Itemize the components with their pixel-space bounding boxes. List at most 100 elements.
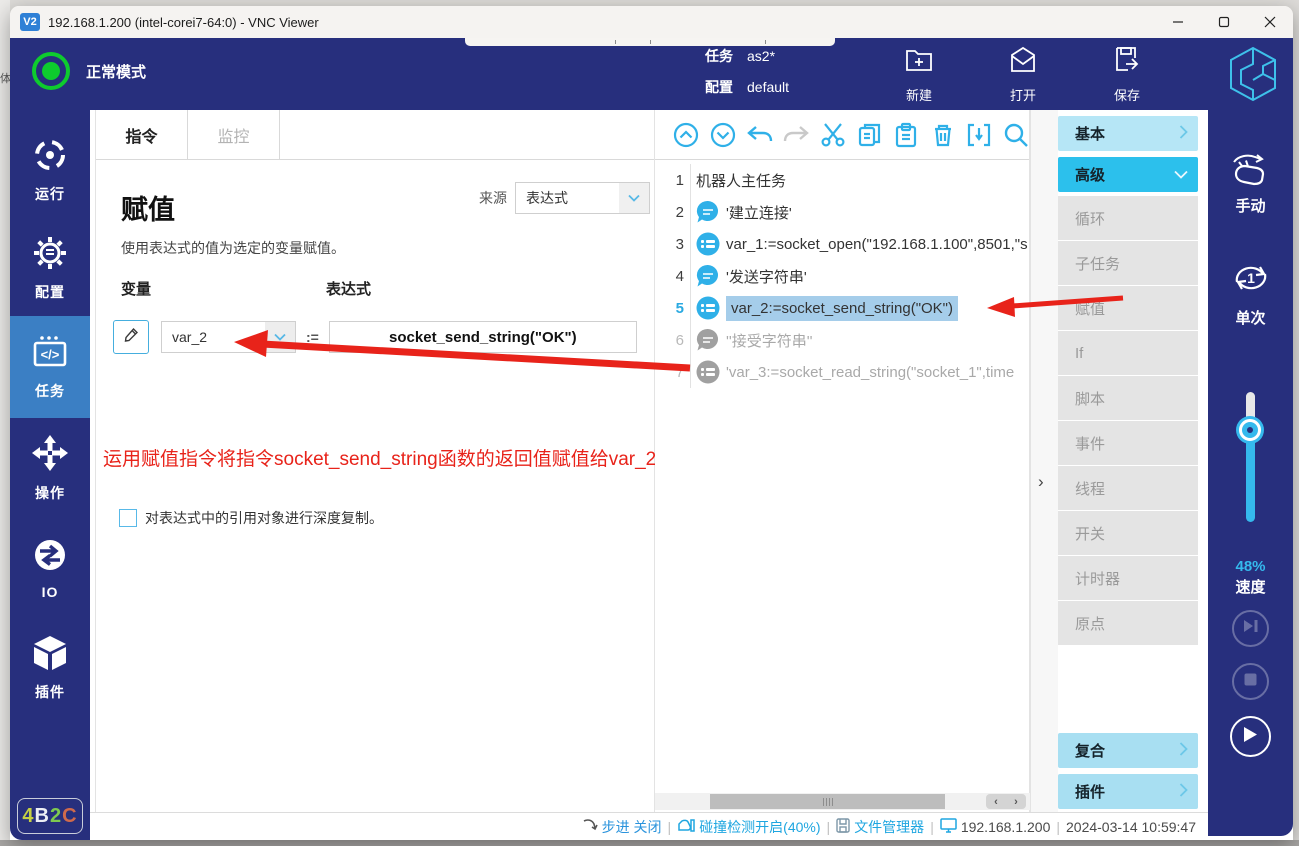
instruction-palette: 基本 高级 循环 子任务 赋值 If 脚本 事件 线程 开关 计时器 原点 复合… xyxy=(1058,110,1198,812)
copy-button[interactable] xyxy=(857,121,884,148)
sidebar-item-io[interactable]: IO xyxy=(10,522,90,614)
edit-variable-button[interactable] xyxy=(113,320,149,354)
expand-chevron-icon[interactable]: › xyxy=(1038,472,1044,492)
palette-item-switch[interactable]: 开关 xyxy=(1058,511,1198,555)
deep-copy-checkbox[interactable] xyxy=(119,509,137,527)
redo-button[interactable] xyxy=(783,121,810,148)
sidebar-task-label: 任务 xyxy=(35,382,65,399)
chevron-down-icon xyxy=(1174,166,1188,183)
scrollbar-thumb[interactable] xyxy=(710,794,945,809)
horizontal-scrollbar[interactable]: ‹ › xyxy=(655,793,1030,810)
sidebar-io-label: IO xyxy=(41,583,59,600)
program-tree-panel: 1 机器人主任务 2 '建立连接' 3 var_1:=socket_open("… xyxy=(655,110,1030,812)
comment-icon xyxy=(695,199,721,225)
cut-button[interactable] xyxy=(820,121,847,148)
datetime-status: 2024-03-14 10:59:47 xyxy=(1066,818,1196,835)
gear-icon xyxy=(32,235,68,276)
palette-item-thread[interactable]: 线程 xyxy=(1058,466,1198,510)
tab-instruction[interactable]: 指令 xyxy=(96,110,188,159)
paste-button[interactable] xyxy=(893,121,920,148)
variable-select[interactable]: var_2 xyxy=(161,321,296,353)
expression-input[interactable]: socket_send_string("OK") xyxy=(328,321,637,353)
step-button[interactable] xyxy=(1232,610,1269,647)
assignment-icon xyxy=(695,231,721,257)
play-button[interactable] xyxy=(1230,716,1271,757)
maximize-button[interactable] xyxy=(1201,6,1247,38)
status-badge: 4B2C xyxy=(17,798,83,834)
tree-row-6[interactable]: 6 ''接受字符串'' xyxy=(655,324,1029,356)
palette-item-subtask[interactable]: 子任务 xyxy=(1058,241,1198,285)
panel-collapse-strip: › xyxy=(1030,110,1058,812)
single-label: 单次 xyxy=(1235,310,1266,327)
undo-button[interactable] xyxy=(746,121,773,148)
tree-toolbar xyxy=(655,110,1029,160)
tree-row-7[interactable]: 7 'var_3:=socket_read_string("socket_1",… xyxy=(655,356,1029,388)
palette-group-plugin[interactable]: 插件 xyxy=(1058,774,1198,809)
vnc-toolbar-notch[interactable] xyxy=(465,38,835,46)
move-down-button[interactable] xyxy=(710,121,737,148)
palette-item-event[interactable]: 事件 xyxy=(1058,421,1198,465)
new-task-button[interactable]: 新建 xyxy=(888,43,950,104)
instruction-form-panel: 指令 监控 赋值 来源 表达式 使用表达式的值为选定的变量赋值。 变量 表达式 xyxy=(95,110,656,812)
assign-operator: := xyxy=(306,329,319,345)
tab-monitor[interactable]: 监控 xyxy=(188,110,280,159)
palette-item-origin[interactable]: 原点 xyxy=(1058,601,1198,645)
desktop-edge: 体 xyxy=(0,0,11,846)
sidebar-item-task[interactable]: </> 任务 xyxy=(10,316,90,418)
red-annotation-text: 运用赋值指令将指令socket_send_string函数的返回值赋值给var_… xyxy=(103,449,657,470)
palette-item-loop[interactable]: 循环 xyxy=(1058,196,1198,240)
config-value: default xyxy=(747,79,790,95)
sidebar-item-plugin[interactable]: 插件 xyxy=(10,622,90,714)
move-up-button[interactable] xyxy=(673,121,700,148)
speed-slider-thumb[interactable] xyxy=(1239,419,1261,441)
palette-item-assignment[interactable]: 赋值 xyxy=(1058,286,1198,330)
expression-label: 表达式 xyxy=(326,281,372,298)
stop-button[interactable] xyxy=(1232,663,1269,700)
manual-mode-button[interactable]: 手动 xyxy=(1208,152,1293,216)
run-icon xyxy=(32,137,68,178)
pencil-icon xyxy=(123,326,140,348)
sidebar-item-operate[interactable]: 操作 xyxy=(10,422,90,514)
save-task-button[interactable]: 保存 xyxy=(1096,43,1158,104)
variable-label: 变量 xyxy=(121,281,152,298)
robot-app: 正常模式 任务 as2* 配置 default 新建 打开 保存 运行 配置 <… xyxy=(10,38,1293,840)
speed-slider[interactable] xyxy=(1239,392,1261,522)
file-manager-link[interactable]: 文件管理器 xyxy=(836,817,924,837)
close-button[interactable] xyxy=(1247,6,1293,38)
brand-logo-icon xyxy=(1225,44,1281,109)
new-file-icon xyxy=(902,43,936,82)
svg-text:</>: </> xyxy=(41,347,60,362)
delete-button[interactable] xyxy=(930,121,957,148)
source-select[interactable]: 表达式 xyxy=(515,182,650,214)
step-forward-icon xyxy=(1243,619,1259,638)
tree-row-1[interactable]: 1 机器人主任务 xyxy=(655,164,1029,196)
sidebar-item-config[interactable]: 配置 xyxy=(10,222,90,314)
scroll-left-button[interactable]: ‹ xyxy=(994,796,998,808)
tree-row-2[interactable]: 2 '建立连接' xyxy=(655,196,1029,228)
palette-item-timer[interactable]: 计时器 xyxy=(1058,556,1198,600)
code-window-icon: </> xyxy=(30,334,70,375)
tree-row-4[interactable]: 4 '发送字符串' xyxy=(655,260,1029,292)
scroll-right-button[interactable]: › xyxy=(1014,796,1018,808)
tree-row-5-selected[interactable]: 5 var_2:=socket_send_string("OK") xyxy=(655,292,1029,324)
palette-group-advanced[interactable]: 高级 xyxy=(1058,157,1198,192)
palette-group-composite[interactable]: 复合 xyxy=(1058,733,1198,768)
open-task-button[interactable]: 打开 xyxy=(992,43,1054,104)
tree-row-3[interactable]: 3 var_1:=socket_open("192.168.1.100",850… xyxy=(655,228,1029,260)
io-exchange-icon xyxy=(32,537,68,578)
search-button[interactable] xyxy=(1003,121,1030,148)
step-mode-status[interactable]: 步进 关闭 xyxy=(582,817,662,837)
palette-item-if[interactable]: If xyxy=(1058,331,1198,375)
minimize-button[interactable] xyxy=(1155,6,1201,38)
insert-button[interactable] xyxy=(966,121,993,148)
sidebar-plugin-label: 插件 xyxy=(35,683,65,700)
hand-icon xyxy=(1228,152,1274,191)
single-cycle-button[interactable]: 1 单次 xyxy=(1208,258,1293,328)
chevron-right-icon xyxy=(1179,782,1188,801)
collision-status[interactable]: 碰撞检测开启(40%) xyxy=(677,817,821,837)
comment-icon xyxy=(695,263,721,289)
deep-copy-label: 对表达式中的引用对象进行深度复制。 xyxy=(145,510,383,526)
sidebar-item-run[interactable]: 运行 xyxy=(10,124,90,216)
palette-item-script[interactable]: 脚本 xyxy=(1058,376,1198,420)
palette-group-basic[interactable]: 基本 xyxy=(1058,116,1198,151)
